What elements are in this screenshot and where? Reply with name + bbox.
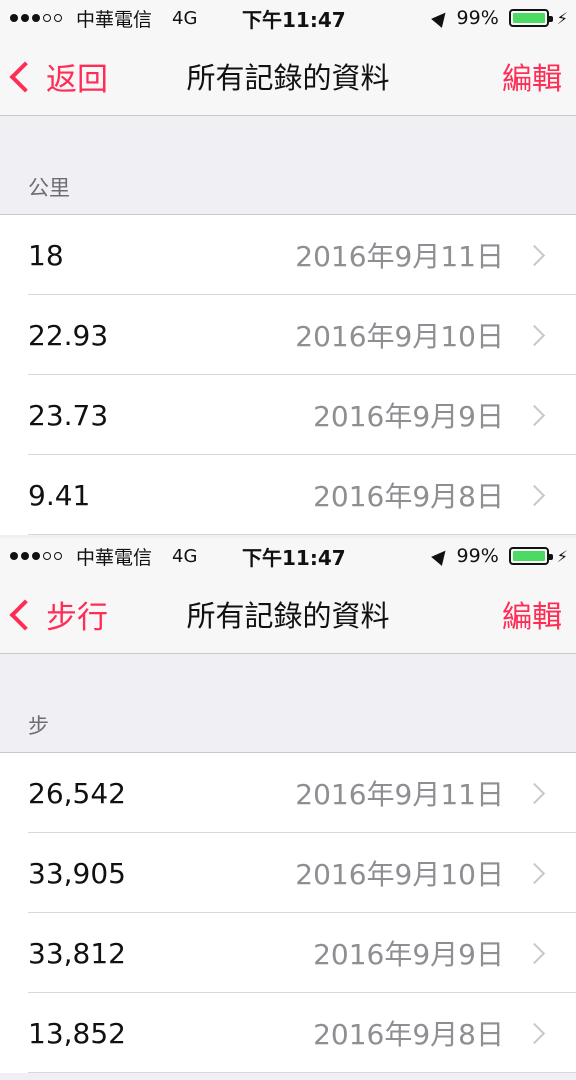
- chevron-right-icon: [523, 324, 546, 346]
- status-left: 中華電信 4G: [10, 5, 197, 32]
- battery-icon: [508, 547, 553, 565]
- record-value: 33,905: [28, 856, 126, 890]
- record-value: 18: [28, 238, 64, 272]
- status-right: 99% ⚡: [433, 545, 568, 567]
- chevron-right-icon: [523, 1022, 546, 1044]
- record-date: 2016年9月11日: [295, 240, 504, 273]
- location-arrow-icon: [433, 11, 447, 25]
- list-item[interactable]: 23.73 2016年9月9日: [0, 375, 576, 455]
- list-item[interactable]: 22.93 2016年9月10日: [0, 295, 576, 375]
- page-title: 所有記錄的資料: [186, 599, 390, 633]
- section-header: 步: [28, 714, 49, 738]
- network-type: 4G: [172, 7, 198, 29]
- signal-dots-icon: [10, 14, 62, 22]
- carrier-name: 中華電信: [76, 8, 153, 31]
- record-value: 13,852: [28, 1016, 126, 1050]
- record-date: 2016年9月9日: [313, 400, 504, 433]
- record-value: 33,812: [28, 936, 126, 970]
- battery-percent: 99%: [456, 545, 499, 567]
- record-value: 9.41: [28, 478, 91, 512]
- list-item[interactable]: 33,905 2016年9月10日: [0, 833, 576, 913]
- status-time: 下午11:47: [242, 545, 346, 570]
- record-date: 2016年9月8日: [313, 1018, 504, 1051]
- chevron-right-icon: [523, 862, 546, 884]
- screen-distance: 中華電信 4G 下午11:47 99% ⚡ 返回 所有記錄的資料 編輯 公里 1…: [0, 0, 576, 538]
- record-value: 26,542: [28, 776, 126, 810]
- record-date: 2016年9月9日: [313, 938, 504, 971]
- navigation-bar: 步行 所有記錄的資料 編輯: [0, 574, 576, 654]
- section-header: 公里: [28, 176, 70, 200]
- status-time: 下午11:47: [242, 7, 346, 32]
- charging-icon: ⚡: [556, 8, 568, 28]
- list-item[interactable]: 18 2016年9月11日: [0, 215, 576, 295]
- status-bar: 中華電信 4G 下午11:47 99% ⚡: [0, 0, 576, 36]
- data-list: 18 2016年9月11日 22.93 2016年9月10日 23.73 201…: [0, 214, 576, 535]
- signal-dots-icon: [10, 552, 62, 560]
- page-title: 所有記錄的資料: [186, 61, 390, 95]
- chevron-right-icon: [523, 404, 546, 426]
- status-right: 99% ⚡: [433, 7, 568, 29]
- battery-icon: [508, 9, 553, 27]
- record-date: 2016年9月11日: [295, 778, 504, 811]
- location-arrow-icon: [433, 549, 447, 563]
- chevron-right-icon: [523, 782, 546, 804]
- chevron-right-icon: [523, 244, 546, 266]
- screen-steps: 中華電信 4G 下午11:47 99% ⚡ 步行 所有記錄的資料 編輯 步 26…: [0, 538, 576, 1080]
- record-date: 2016年9月8日: [313, 480, 504, 513]
- record-date: 2016年9月10日: [295, 858, 504, 891]
- edit-button[interactable]: 編輯: [502, 54, 562, 98]
- chevron-right-icon: [523, 942, 546, 964]
- battery-percent: 99%: [456, 7, 499, 29]
- data-list: 26,542 2016年9月11日 33,905 2016年9月10日 33,8…: [0, 752, 576, 1073]
- carrier-name: 中華電信: [76, 546, 153, 569]
- list-item[interactable]: 9.41 2016年9月8日: [0, 455, 576, 535]
- record-date: 2016年9月10日: [295, 320, 504, 353]
- record-value: 23.73: [28, 398, 109, 432]
- navigation-bar: 返回 所有記錄的資料 編輯: [0, 36, 576, 116]
- status-bar: 中華電信 4G 下午11:47 99% ⚡: [0, 538, 576, 574]
- chevron-right-icon: [523, 484, 546, 506]
- list-item[interactable]: 26,542 2016年9月11日: [0, 753, 576, 833]
- list-item[interactable]: 33,812 2016年9月9日: [0, 913, 576, 993]
- charging-icon: ⚡: [556, 546, 568, 566]
- network-type: 4G: [172, 545, 198, 567]
- list-item[interactable]: 13,852 2016年9月8日: [0, 993, 576, 1073]
- edit-button[interactable]: 編輯: [502, 592, 562, 636]
- status-left: 中華電信 4G: [10, 543, 197, 570]
- record-value: 22.93: [28, 318, 109, 352]
